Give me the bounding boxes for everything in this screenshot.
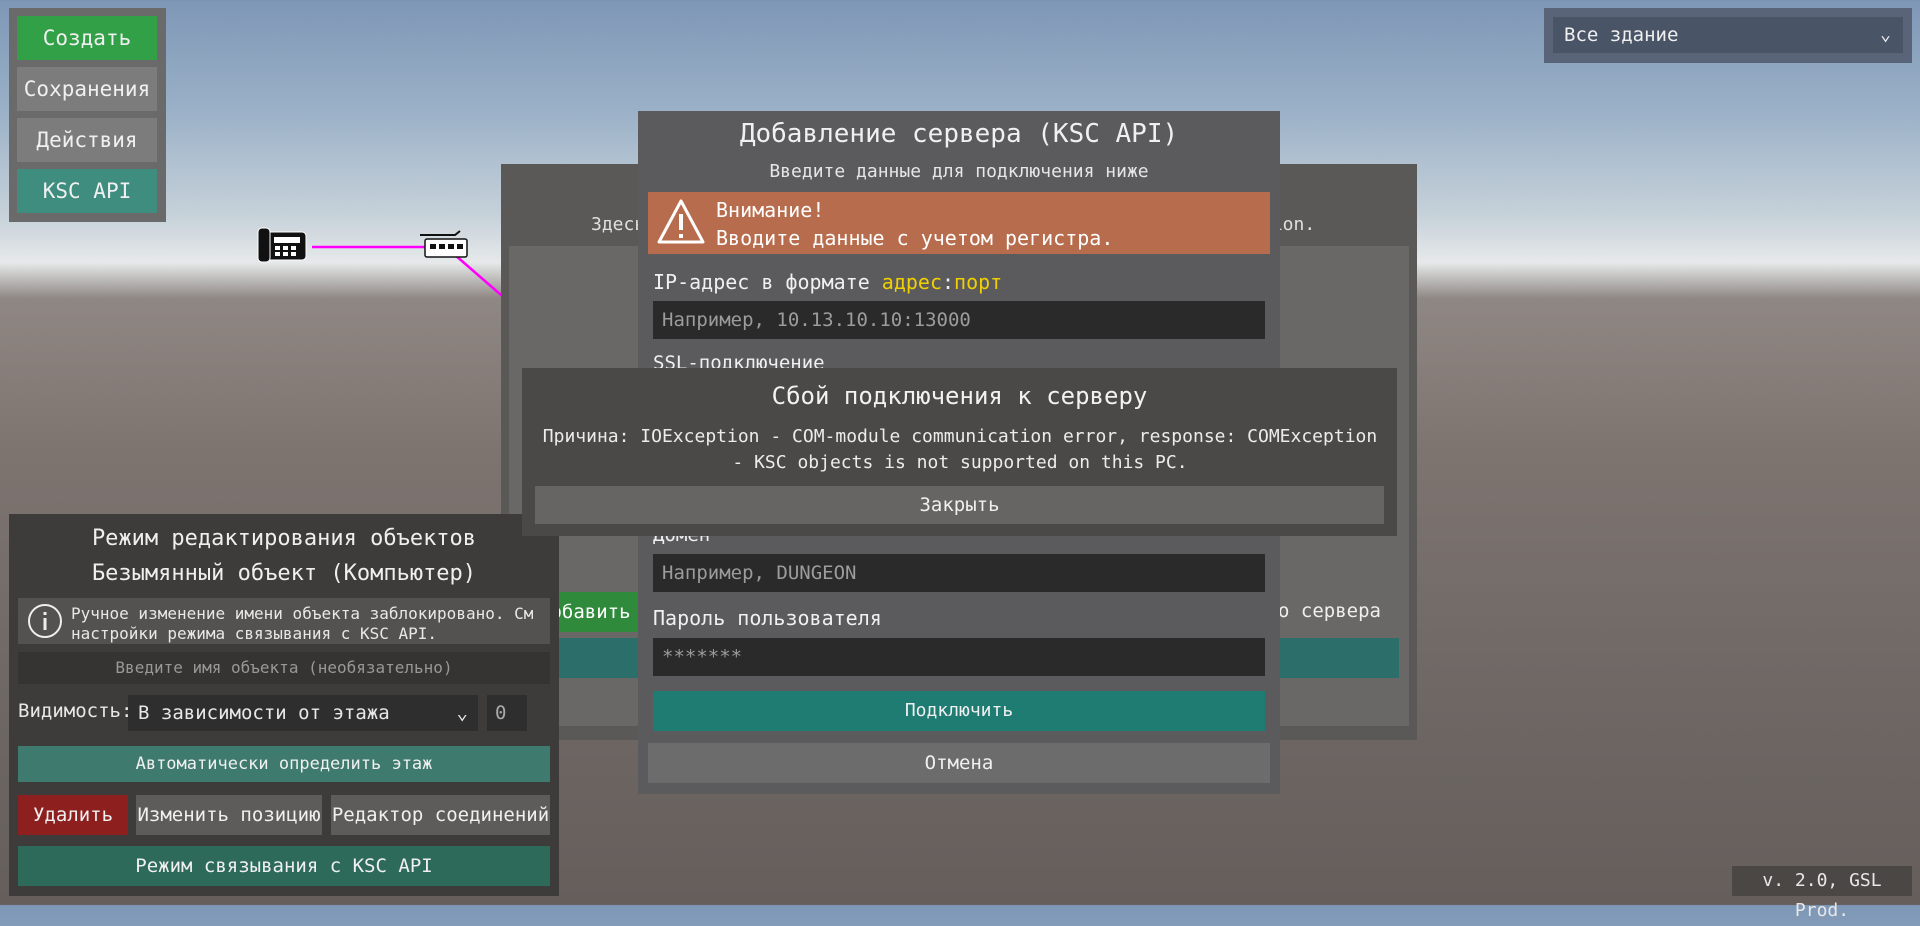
ip-input[interactable]: Например, 10.13.10.10:13000 [653,301,1265,339]
object-name-input[interactable]: Введите имя объекта (необязательно) [18,652,550,684]
chevron-down-icon: ⌄ [456,702,468,724]
visibility-label: Видимость: [18,700,133,722]
add-server-subtitle: Введите данные для подключения ниже [769,161,1149,182]
saves-button[interactable]: Сохранения [17,67,157,111]
connection-error-dialog: Сбой подключения к серверу Причина: IOEx… [522,368,1397,536]
switch-icon[interactable] [420,230,468,258]
visibility-value: В зависимости от этажа [138,702,390,724]
floor-select-value: Все здание [1564,24,1679,46]
create-button[interactable]: Создать [17,16,157,60]
domain-input[interactable]: Например, DUNGEON [653,554,1265,592]
actions-button[interactable]: Действия [17,118,157,162]
chevron-down-icon: ⌄ [1880,24,1891,45]
editor-title: Режим редактирования объектов [91,526,477,551]
object-name-title: Безымянный объект (Компьютер) [91,561,477,586]
floor-number-input[interactable]: 0 [487,695,527,731]
ip-label-sep: : [942,270,955,294]
add-server-title: Добавление сервера (KSC API) [739,119,1179,149]
version-label: v. 2.0, GSL Prod. [1732,866,1912,921]
warning-title: Внимание! [716,198,825,222]
visibility-select[interactable]: В зависимости от этажа ⌄ [128,695,478,731]
info-text: Ручное изменение имени объекта заблокиро… [71,604,534,643]
ksc-api-button[interactable]: KSC API [17,169,157,213]
password-label: Пароль пользователя [653,606,882,630]
move-button[interactable]: Изменить позицию [136,795,322,835]
info-icon [28,604,62,638]
warning-text: Вводите данные с учетом регистра. [716,226,1114,250]
connect-button[interactable]: Подключить [653,691,1265,731]
floor-select[interactable]: Все здание ⌄ [1553,17,1903,53]
ip-label: IP-адрес в формате адрес:порт [653,270,1002,294]
object-editor-panel: Режим редактирования объектов Безымянный… [9,514,559,896]
error-title: Сбой подключения к серверу [771,382,1148,410]
error-reason: Причина: IOException - COM-module commun… [542,426,1378,473]
delete-button[interactable]: Удалить [18,795,128,835]
info-box: Ручное изменение имени объекта заблокиро… [18,598,550,644]
auto-floor-button[interactable]: Автоматически определить этаж [18,746,550,782]
ksc-right-text: го сервера [1266,600,1381,622]
warning-icon [657,199,705,244]
floor-selector-panel: Все здание ⌄ [1544,8,1912,63]
ip-label-prefix: IP-адрес в формате [653,270,882,294]
phone-icon[interactable] [257,227,307,263]
close-button[interactable]: Закрыть [535,486,1384,524]
warning-banner: Внимание! Вводите данные с учетом регист… [648,192,1270,254]
cancel-button[interactable]: Отмена [648,743,1270,783]
ksc-link-mode-button[interactable]: Режим связывания с KSC API [18,846,550,886]
connections-editor-button[interactable]: Редактор соединений [331,795,550,835]
ip-label-port: порт [954,270,1003,294]
password-input[interactable]: ******* [653,638,1265,676]
main-menu: Создать Сохранения Действия KSC API [9,8,166,222]
ip-label-addr: адрес [881,270,942,294]
